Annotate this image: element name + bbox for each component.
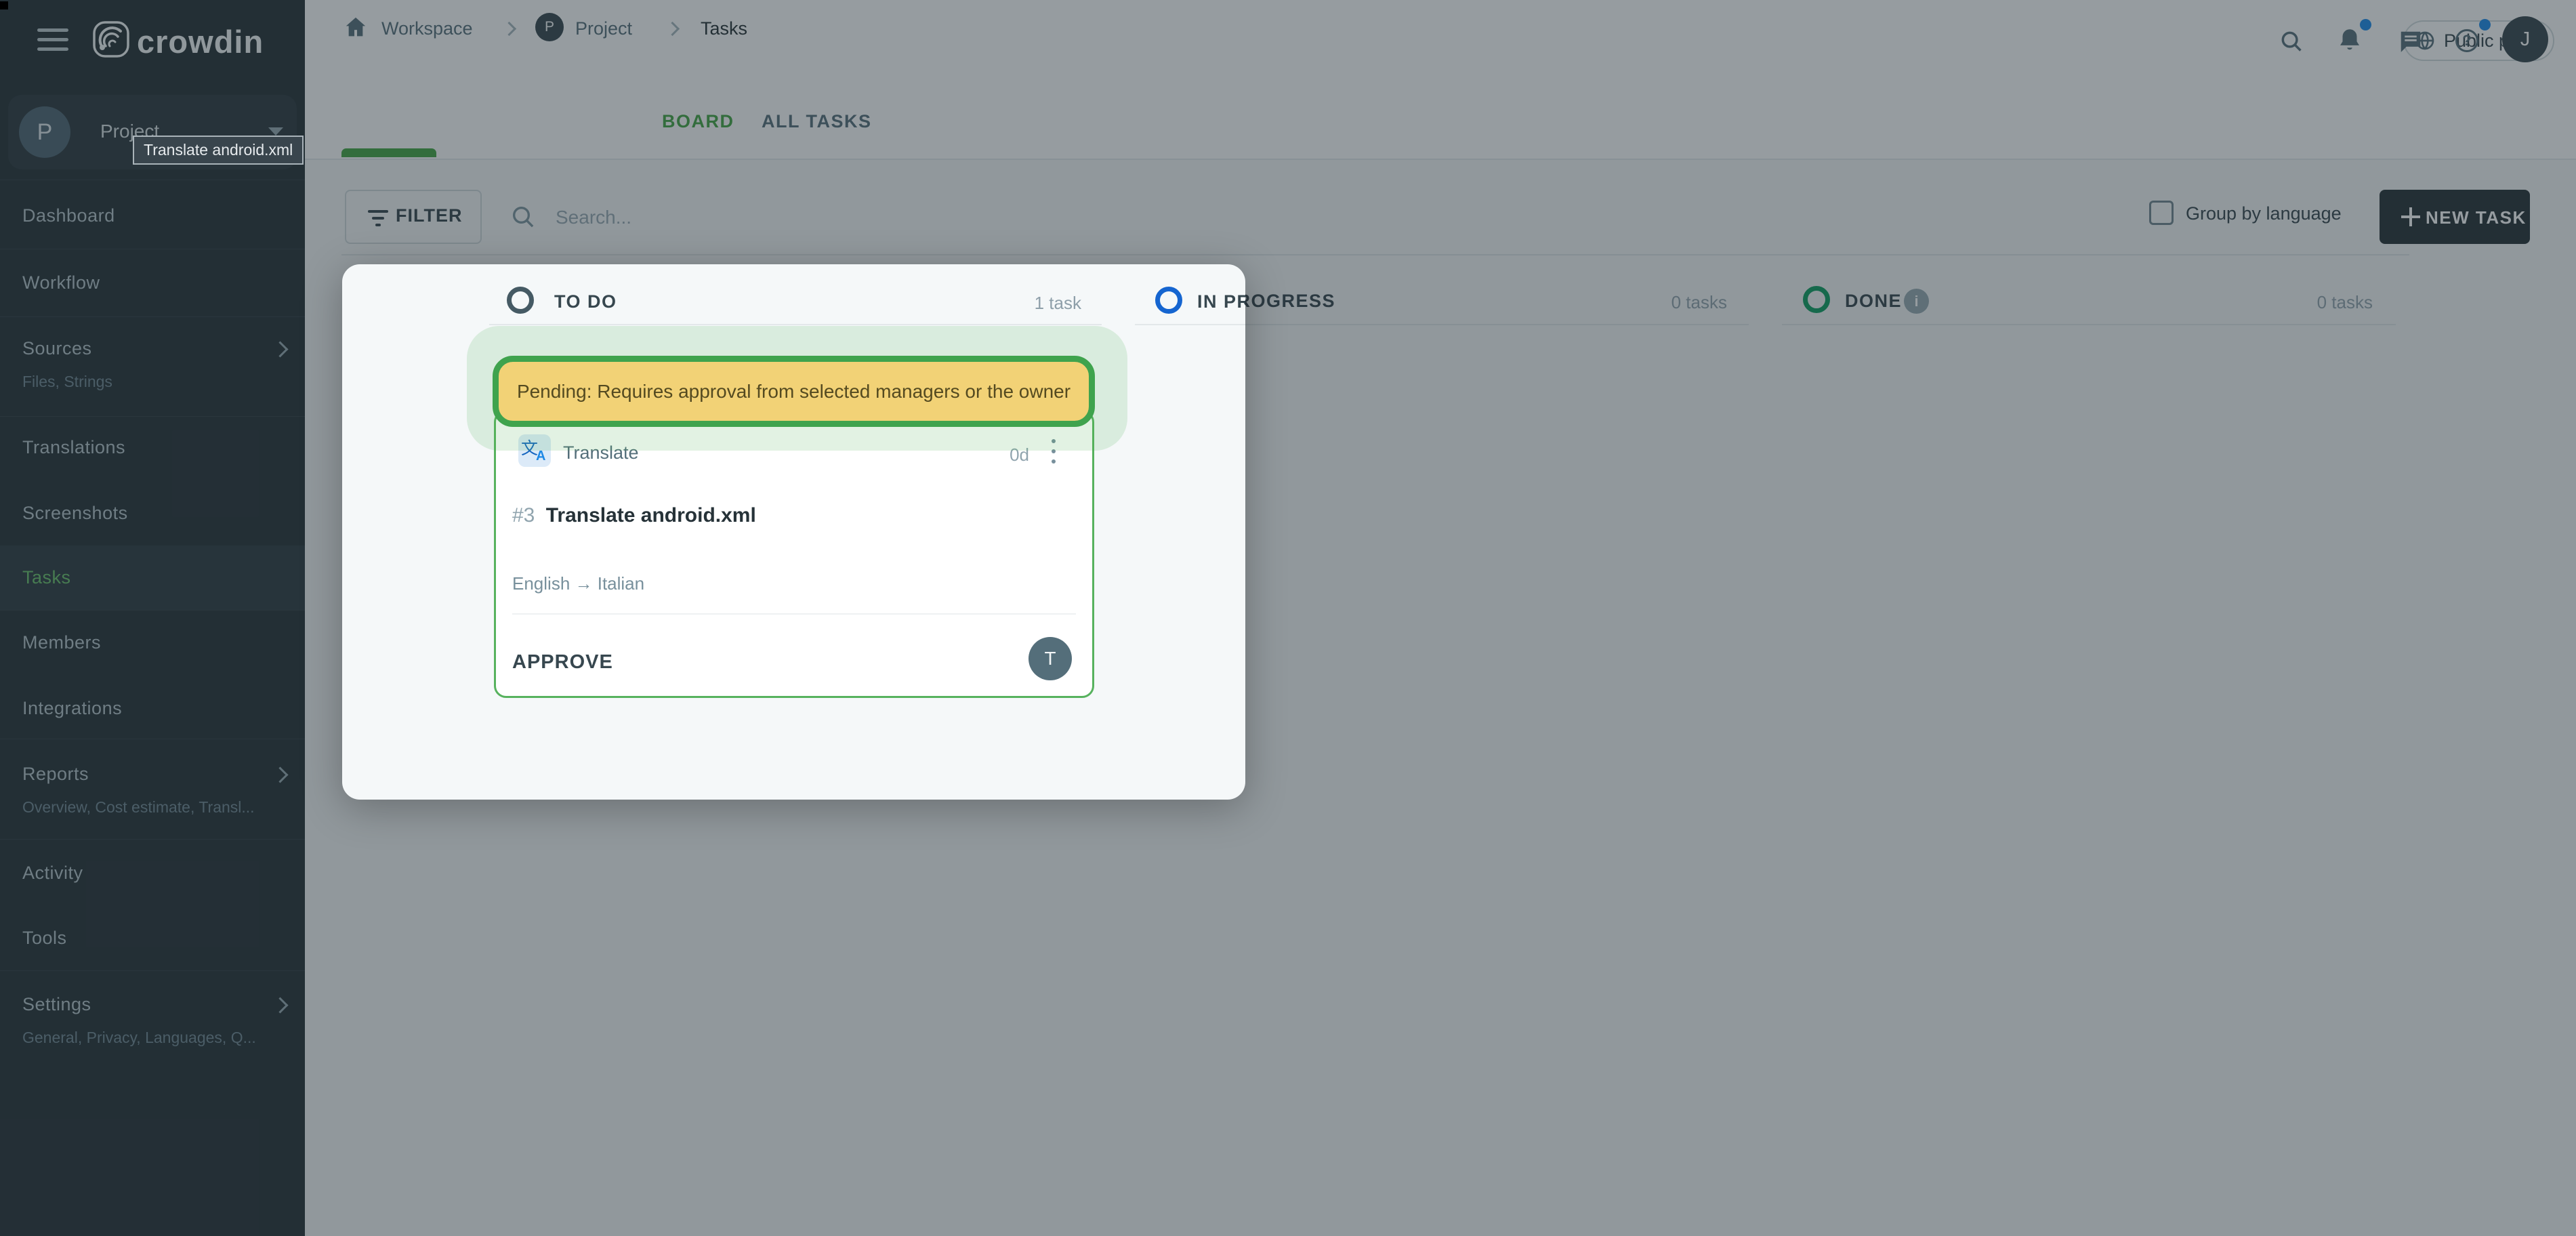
column-divider — [489, 324, 1102, 325]
pending-approval-tooltip-text: Pending: Requires approval from selected… — [517, 381, 1071, 403]
task-language-pair: English → Italian — [512, 573, 644, 594]
screen-corner-artifact — [0, 1, 8, 9]
column-title-todo: TO DO — [554, 291, 617, 312]
task-number: #3 — [512, 504, 535, 527]
column-count: 1 task — [973, 293, 1081, 314]
column-title-in-progress: IN PROGRESS — [1197, 291, 1245, 312]
in-progress-status-icon — [1155, 287, 1182, 314]
column-divider — [1135, 324, 1245, 325]
app-window: crowdin P Project Dashboard Workflow Sou… — [0, 0, 2576, 1236]
approve-button[interactable]: APPROVE — [512, 651, 613, 674]
task-card[interactable]: Translate 0d #3 Translate android.xml En… — [494, 410, 1094, 698]
todo-status-icon — [507, 287, 534, 314]
spotlight-panel: TO DO 1 task IN PROGRESS Translate 0d #3… — [342, 264, 1245, 800]
task-title: Translate android.xml — [546, 504, 756, 527]
assignee-avatar[interactable]: T — [1029, 637, 1072, 680]
card-divider — [512, 613, 1076, 615]
project-hover-tooltip: Translate android.xml — [133, 136, 304, 165]
pending-approval-tooltip: Pending: Requires approval from selected… — [493, 356, 1095, 427]
task-title-row[interactable]: #3 Translate android.xml — [512, 504, 756, 527]
